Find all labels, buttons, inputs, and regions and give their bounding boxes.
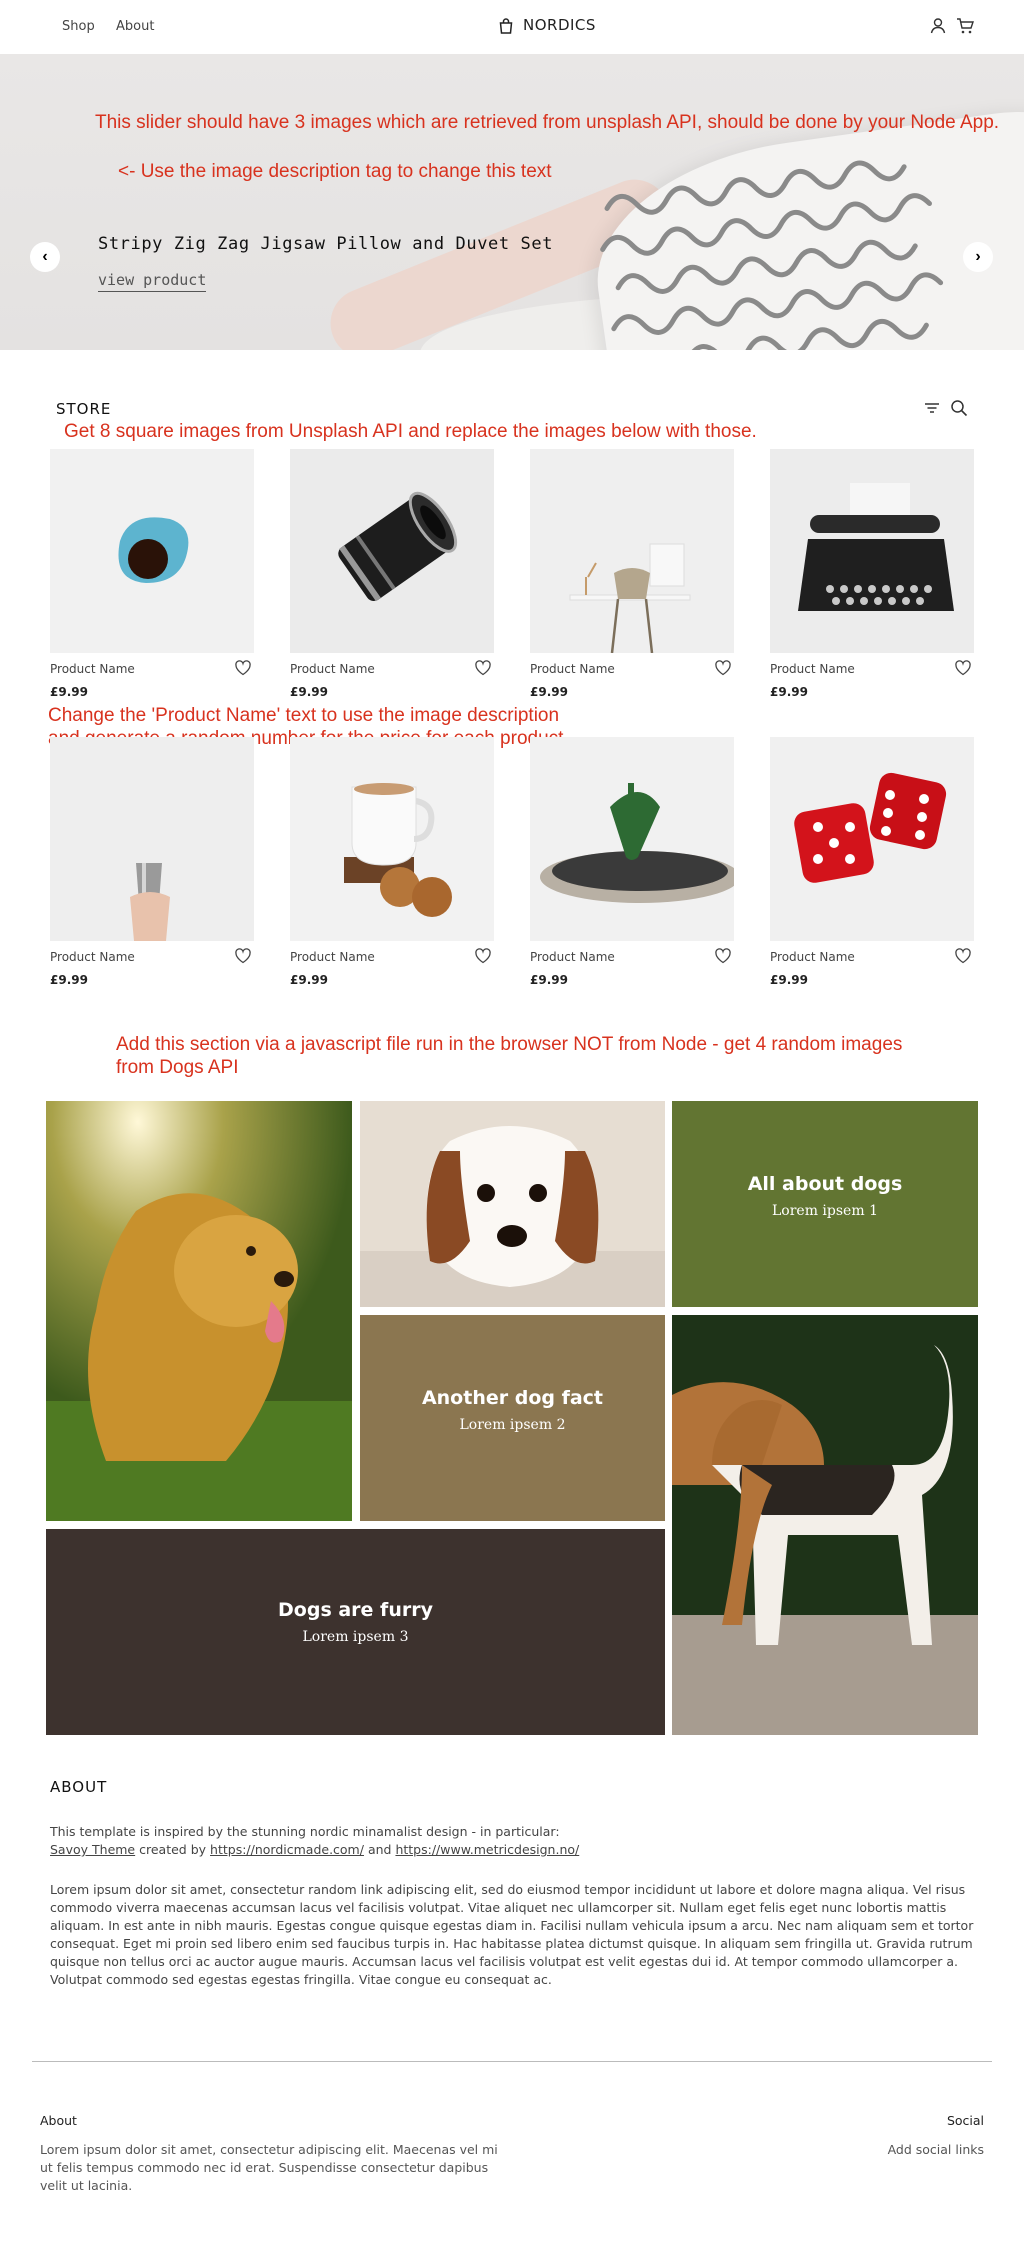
product-image[interactable]	[770, 449, 974, 653]
heart-icon[interactable]	[474, 659, 492, 677]
product-image[interactable]	[50, 449, 254, 653]
product-name: Product Name	[290, 950, 375, 964]
footer-about-title: About	[40, 2113, 77, 2128]
golden-retriever-image	[46, 1101, 352, 1521]
product-image[interactable]	[50, 737, 254, 941]
nav-link-shop[interactable]: Shop	[62, 19, 95, 34]
desk-and-chair-image	[530, 449, 734, 653]
next-slide-button[interactable]: ›	[963, 242, 993, 272]
footer-divider	[32, 2061, 992, 2062]
hero-slider: This slider should have 3 images which a…	[0, 54, 1024, 350]
camera-lens-image	[290, 449, 494, 653]
heart-icon[interactable]	[234, 659, 252, 677]
product-card[interactable]: Product Name £9.99	[530, 449, 734, 699]
fact-heading: All about dogs	[747, 1173, 903, 1195]
product-image[interactable]	[530, 737, 734, 941]
product-card[interactable]: Product Name £9.99	[290, 449, 494, 699]
fact-tile-2: Another dog fact Lorem ipsem 2	[360, 1315, 665, 1521]
beagle-image	[672, 1315, 978, 1735]
note-description: <- Use the image description tag to chan…	[118, 161, 552, 182]
heart-icon[interactable]	[954, 659, 972, 677]
product-price: £9.99	[50, 973, 88, 987]
product-name: Product Name	[50, 950, 135, 964]
view-product-link[interactable]: view product	[98, 271, 207, 292]
product-card[interactable]: Product Name £9.99	[530, 737, 734, 987]
product-price: £9.99	[50, 685, 88, 699]
prev-slide-button[interactable]: ‹	[30, 242, 60, 272]
fact-tile-1: All about dogs Lorem ipsem 1	[672, 1101, 978, 1307]
product-name: Product Name	[770, 950, 855, 964]
product-card[interactable]: Product Name £9.99	[50, 449, 254, 699]
about-intro-text: This template is inspired by the stunnin…	[50, 1824, 560, 1839]
cart-icon[interactable]	[956, 17, 974, 35]
pillow-image	[581, 99, 1024, 350]
nav-link-about[interactable]: About	[116, 19, 154, 34]
product-price: £9.99	[770, 685, 808, 699]
product-card[interactable]: Product Name £9.99	[770, 449, 974, 699]
typewriter-image	[770, 449, 974, 653]
product-name: Product Name	[530, 662, 615, 676]
product-name: Product Name	[50, 662, 135, 676]
product-card[interactable]: Product Name £9.99	[290, 737, 494, 987]
heart-icon[interactable]	[714, 947, 732, 965]
product-name: Product Name	[770, 662, 855, 676]
about-title: ABOUT	[50, 1778, 108, 1796]
search-icon[interactable]	[950, 399, 968, 417]
footer-social-title: Social	[946, 2113, 984, 2128]
filter-icon[interactable]	[923, 399, 941, 417]
and-text: and	[367, 1842, 392, 1857]
brand-logo[interactable]: NORDICS	[523, 16, 596, 34]
product-price: £9.99	[530, 973, 568, 987]
dog-image-cavalier	[360, 1101, 665, 1307]
nordicmade-link[interactable]: https://nordicmade.com/	[210, 1842, 364, 1857]
fact-sub: Lorem ipsem 3	[302, 1629, 409, 1645]
product-image[interactable]	[290, 449, 494, 653]
store-title: STORE	[56, 400, 112, 418]
about-body: Lorem ipsum dolor sit amet, consectetur …	[50, 1882, 974, 1987]
product-image[interactable]	[530, 449, 734, 653]
heart-icon[interactable]	[954, 947, 972, 965]
product-price: £9.99	[530, 685, 568, 699]
heart-icon[interactable]	[474, 947, 492, 965]
created-by-text: created by	[139, 1842, 207, 1857]
product-card[interactable]: Product Name £9.99	[770, 737, 974, 987]
top-nav: Shop About NORDICS	[0, 0, 1024, 54]
user-icon[interactable]	[929, 17, 947, 35]
product-price: £9.99	[770, 973, 808, 987]
fact-sub: Lorem ipsem 1	[772, 1203, 878, 1219]
fact-tile-3: Dogs are furry Lorem ipsem 3	[46, 1529, 665, 1735]
blue-coffee-cup-image	[50, 449, 254, 653]
footer-about-text: Lorem ipsum dolor sit amet, consectetur …	[40, 2142, 498, 2193]
bag-icon	[499, 18, 513, 34]
product-name: Product Name	[290, 662, 375, 676]
savoy-theme-link[interactable]: Savoy Theme	[50, 1842, 135, 1857]
footer-social-links[interactable]: Add social links	[888, 2141, 984, 2159]
heart-icon[interactable]	[714, 659, 732, 677]
note-slider-api: This slider should have 3 images which a…	[95, 112, 1000, 133]
product-image[interactable]	[770, 737, 974, 941]
fact-heading: Another dog fact	[421, 1387, 604, 1409]
fact-sub: Lorem ipsem 2	[459, 1417, 566, 1433]
product-card[interactable]: Product Name £9.99	[50, 737, 254, 987]
product-name: Product Name	[530, 950, 615, 964]
dog-image-beagle	[672, 1315, 978, 1735]
slide-title: Stripy Zig Zag Jigsaw Pillow and Duvet S…	[98, 234, 554, 254]
fact-heading: Dogs are furry	[278, 1599, 433, 1621]
dog-image-golden-retriever	[46, 1101, 352, 1521]
red-dice-image	[770, 737, 974, 941]
spinning-top-image	[530, 737, 734, 941]
product-image[interactable]	[290, 737, 494, 941]
about-intro: This template is inspired by the stunnin…	[50, 1823, 970, 1859]
metricdesign-link[interactable]: https://www.metricdesign.no/	[395, 1842, 579, 1857]
tea-and-cookies-image	[290, 737, 494, 941]
chevron-right-icon: ›	[975, 248, 981, 265]
chevron-left-icon: ‹	[42, 248, 48, 265]
product-price: £9.99	[290, 973, 328, 987]
cavalier-spaniel-image	[360, 1101, 665, 1307]
product-price: £9.99	[290, 685, 328, 699]
note-store-images: Get 8 square images from Unsplash API an…	[64, 421, 757, 442]
heart-icon[interactable]	[234, 947, 252, 965]
note-dogs-api: Add this section via a javascript file r…	[116, 1034, 903, 1078]
hand-holding-cup-image	[50, 737, 254, 941]
